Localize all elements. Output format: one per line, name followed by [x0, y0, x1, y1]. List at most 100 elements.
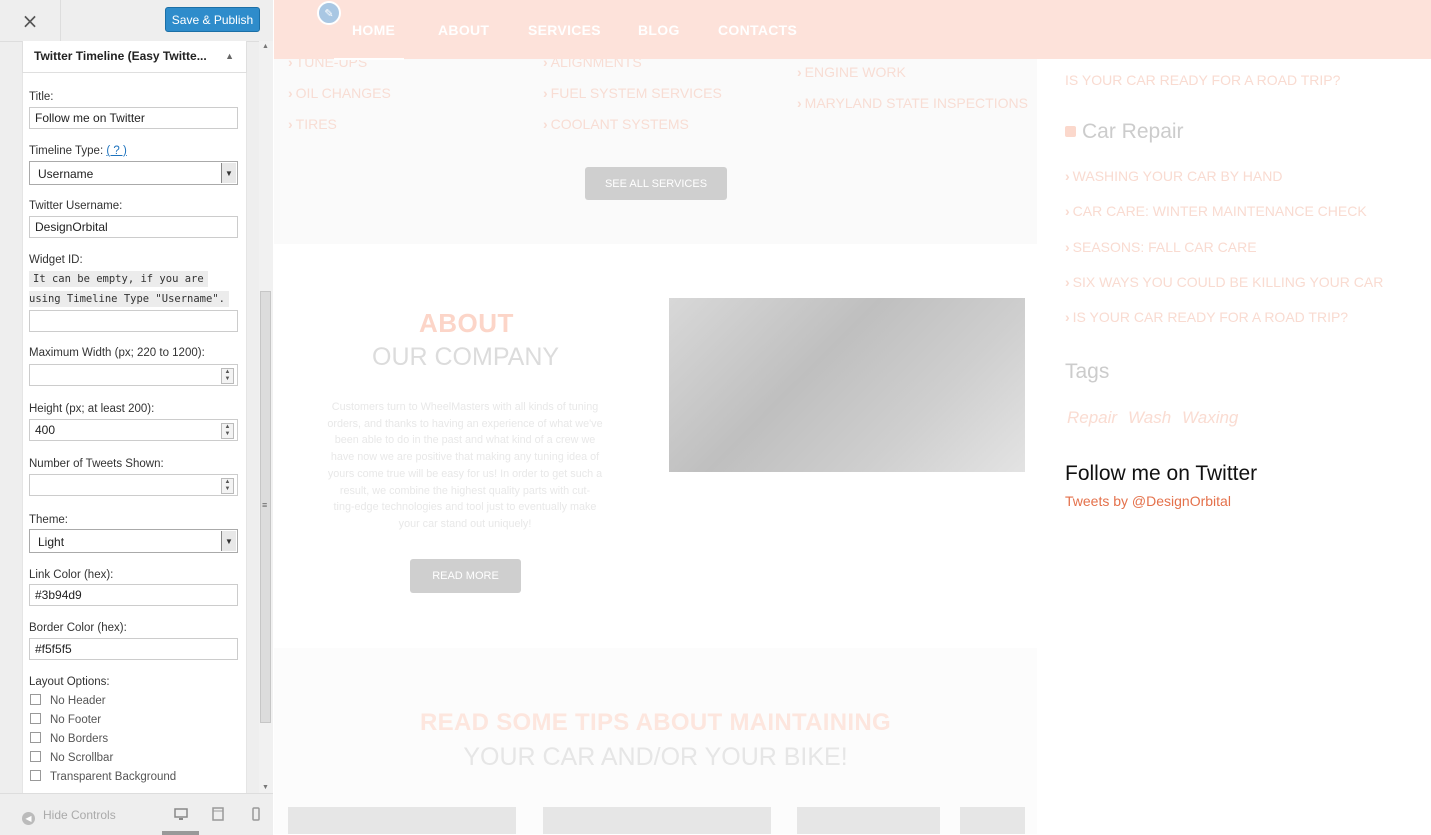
mobile-preview-icon[interactable] — [249, 807, 263, 821]
chevron-right-icon: › — [288, 116, 293, 132]
tag-link[interactable]: Repair — [1067, 408, 1117, 428]
desktop-preview-icon[interactable] — [174, 807, 188, 821]
widget-id-input[interactable] — [29, 310, 238, 332]
save-publish-button[interactable]: Save & Publish — [165, 7, 260, 32]
service-link[interactable]: › COOLANT SYSTEMS — [543, 116, 689, 132]
chevron-right-icon: › — [543, 116, 548, 132]
tips-title: READ SOME TIPS ABOUT MAINTAINING — [420, 709, 891, 736]
tweets-shown-input[interactable]: ▲ ▼ — [29, 474, 238, 496]
spinner-icon[interactable]: ▲ ▼ — [221, 368, 234, 384]
see-all-services-button[interactable]: SEE ALL SERVICES — [585, 167, 727, 200]
border-color-input[interactable]: #f5f5f5 — [29, 638, 238, 660]
timeline-type-select[interactable]: Username ▼ — [29, 161, 238, 185]
timeline-type-help-link[interactable]: ( ? ) — [106, 145, 126, 157]
tip-thumbnail[interactable] — [288, 807, 516, 834]
service-link[interactable]: › TIRES — [288, 116, 337, 132]
car-repair-link[interactable]: › CAR CARE: WINTER MAINTENANCE CHECK — [1065, 203, 1367, 219]
hide-controls-button[interactable]: ◀ Hide Controls — [22, 808, 116, 825]
no-footer-checkbox[interactable] — [30, 713, 41, 724]
tweets-shown-label: Number of Tweets Shown: — [29, 458, 164, 470]
collapse-arrow-icon[interactable]: ▲ — [225, 51, 234, 61]
rss-icon[interactable] — [1065, 126, 1076, 137]
car-repair-heading: Car Repair — [1065, 120, 1184, 144]
about-title: ABOUT — [419, 308, 514, 338]
service-label: ENGINE WORK — [804, 64, 906, 80]
transparent-background-checkbox[interactable] — [30, 770, 41, 781]
widget-id-label: Widget ID: — [29, 254, 83, 266]
link-color-input[interactable]: #3b94d9 — [29, 584, 238, 606]
widget-title-bar[interactable]: Twitter Timeline (Easy Twitte... ▲ — [22, 41, 247, 73]
chevron-right-icon: › — [1065, 168, 1070, 184]
chevron-right-icon: › — [1065, 203, 1070, 219]
no-scrollbar-checkbox[interactable] — [30, 751, 41, 762]
height-input[interactable]: 400 ▲ ▼ — [29, 419, 238, 441]
dropdown-arrow-icon[interactable]: ▼ — [221, 531, 236, 551]
service-link[interactable]: › FUEL SYSTEM SERVICES — [543, 85, 722, 101]
max-width-label: Maximum Width (px; 220 to 1200): — [29, 347, 205, 359]
car-repair-link[interactable]: › SIX WAYS YOU COULD BE KILLING YOUR CAR — [1065, 274, 1383, 290]
no-borders-checkbox[interactable] — [30, 732, 41, 743]
scroll-down-icon[interactable]: ▼ — [262, 784, 269, 791]
car-repair-link-label: IS YOUR CAR READY FOR A ROAD TRIP? — [1072, 309, 1349, 325]
active-device-indicator — [162, 831, 199, 835]
twitter-username-input[interactable]: DesignOrbital — [29, 216, 238, 238]
tip-thumbnail[interactable] — [960, 807, 1025, 834]
widget-id-note-line2: using Timeline Type "Username". — [29, 291, 229, 307]
tip-thumbnail[interactable] — [543, 807, 771, 834]
service-link[interactable]: › OIL CHANGES — [288, 85, 391, 101]
car-repair-link[interactable]: › WASHING YOUR CAR BY HAND — [1065, 168, 1282, 184]
timeline-type-label-text: Timeline Type: — [29, 145, 104, 157]
chevron-right-icon: › — [543, 85, 548, 101]
about-text-line: yours come true will be easy for us! In … — [327, 467, 603, 480]
nav-about[interactable]: ABOUT — [438, 22, 489, 38]
nav-contacts[interactable]: CONTACTS — [718, 22, 797, 38]
customizer-footer: ◀ Hide Controls — [0, 793, 273, 835]
car-repair-link-label: SEASONS: FALL CAR CARE — [1072, 239, 1257, 255]
spinner-icon[interactable]: ▲ ▼ — [221, 423, 234, 439]
car-repair-link[interactable]: › SEASONS: FALL CAR CARE — [1065, 239, 1257, 255]
nav-active-underline — [334, 58, 404, 60]
no-scrollbar-label: No Scrollbar — [50, 752, 114, 764]
tablet-preview-icon[interactable] — [211, 807, 225, 821]
widget-id-note-line1: It can be empty, if you are — [29, 271, 208, 287]
height-label: Height (px; at least 200): — [29, 403, 155, 415]
about-subtitle: OUR COMPANY — [372, 343, 560, 371]
top-post-link[interactable]: IS YOUR CAR READY FOR A ROAD TRIP? — [1065, 72, 1340, 88]
scroll-up-icon[interactable]: ▲ — [262, 43, 269, 50]
no-header-checkbox[interactable] — [30, 694, 41, 705]
title-input[interactable]: Follow me on Twitter — [29, 107, 238, 129]
edit-pencil-icon[interactable]: ✎ — [317, 1, 341, 25]
tag-link[interactable]: Wash — [1128, 408, 1171, 428]
theme-select[interactable]: Light ▼ — [29, 529, 238, 553]
tag-link[interactable]: Waxing — [1182, 408, 1238, 428]
max-width-input[interactable]: ▲ ▼ — [29, 364, 238, 386]
about-text-line: your car stand out uniquely! — [398, 517, 532, 530]
service-link[interactable]: › MARYLAND STATE INSPECTIONS — [797, 95, 1028, 111]
timeline-type-label: Timeline Type: ( ? ) — [29, 145, 127, 157]
about-text-line: orders, and thanks to having an experien… — [327, 417, 603, 430]
service-link[interactable]: › ENGINE WORK — [797, 64, 906, 80]
nav-services[interactable]: SERVICES — [528, 22, 601, 38]
read-more-button[interactable]: READ MORE — [410, 559, 521, 593]
chevron-right-icon: › — [1065, 274, 1070, 290]
sidebar-scrollbar[interactable]: ▲ ▼ — [259, 41, 273, 793]
tweets-by-link[interactable]: Tweets by @DesignOrbital — [1065, 493, 1231, 509]
dropdown-arrow-icon[interactable]: ▼ — [221, 163, 236, 183]
tags-heading: Tags — [1065, 360, 1110, 383]
about-text-line: been able to do in the past and what kin… — [334, 434, 596, 447]
site-preview: › TUNE-UPS › OIL CHANGES › TIRES › ALIGNMENT… — [274, 0, 1431, 834]
service-label: FUEL SYSTEM SERVICES — [550, 85, 722, 101]
car-repair-link-label: SIX WAYS YOU COULD BE KILLING YOUR CAR — [1072, 274, 1384, 290]
title-label: Title: — [29, 91, 54, 103]
nav-home[interactable]: HOME — [352, 22, 395, 38]
mechanic-photo — [669, 298, 1025, 472]
twitter-username-label: Twitter Username: — [29, 200, 123, 212]
tip-thumbnail[interactable] — [797, 807, 940, 834]
no-footer-label: No Footer — [50, 714, 102, 726]
nav-blog[interactable]: BLOG — [638, 22, 680, 38]
car-repair-link[interactable]: › IS YOUR CAR READY FOR A ROAD TRIP? — [1065, 309, 1348, 325]
height-value: 400 — [35, 423, 56, 437]
resize-handle-icon[interactable]: ≡ — [262, 500, 267, 510]
close-icon[interactable]: × — [0, 0, 61, 41]
spinner-icon[interactable]: ▲ ▼ — [221, 478, 234, 494]
